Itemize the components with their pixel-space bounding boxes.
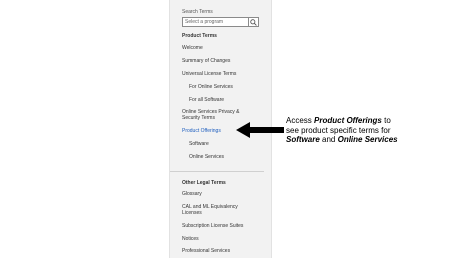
callout-text-and: and	[319, 135, 338, 144]
nav-item-notices[interactable]: Notices	[182, 236, 199, 242]
nav-item-summary-of-changes[interactable]: Summary of Changes	[182, 58, 230, 64]
nav-item-product-offerings[interactable]: Product Offerings	[182, 128, 221, 134]
search-label: Search Terms	[182, 9, 213, 15]
callout-text-suffix: to	[381, 116, 391, 125]
nav-item-software[interactable]: Software	[189, 141, 209, 147]
nav-item-universal-license-terms[interactable]: Universal License Terms	[182, 71, 236, 77]
nav-item-for-all-software[interactable]: For all Software	[189, 97, 224, 103]
nav-item-online-services[interactable]: Online Services	[189, 154, 224, 160]
search-box	[182, 17, 259, 27]
search-icon	[250, 18, 257, 26]
product-terms-heading: Product Terms	[182, 33, 217, 39]
nav-item-subscription-license-suites[interactable]: Subscription License Suites	[182, 223, 243, 229]
callout-emphasis-online-services: Online Services	[337, 135, 398, 144]
callout-emphasis-product-offerings: Product Offerings	[314, 116, 382, 125]
search-button[interactable]	[248, 18, 258, 26]
callout-line-2: see product specific terms for	[286, 125, 391, 135]
callout-text: Access Product Offerings to see product …	[286, 116, 446, 145]
callout-text-prefix: Access	[286, 116, 315, 125]
left-arrow-icon	[236, 122, 284, 138]
nav-item-welcome[interactable]: Welcome	[182, 45, 203, 51]
nav-item-cal-ml-equivalency[interactable]: CAL and ML Equivalency Licenses	[182, 204, 257, 216]
search-input[interactable]	[183, 18, 251, 26]
nav-item-for-online-services[interactable]: For Online Services	[189, 84, 233, 90]
nav-item-professional-services[interactable]: Professional Services	[182, 248, 230, 254]
callout-line-1: Access Product Offerings to	[286, 116, 446, 126]
section-divider	[170, 171, 264, 172]
callout-line-3: Software and Online Services	[286, 135, 446, 145]
nav-item-glossary[interactable]: Glossary	[182, 191, 202, 197]
callout-emphasis-software: Software	[286, 135, 320, 144]
nav-item-privacy-security-terms[interactable]: Online Services Privacy & Security Terms	[182, 109, 257, 121]
other-legal-terms-heading: Other Legal Terms	[182, 180, 226, 186]
